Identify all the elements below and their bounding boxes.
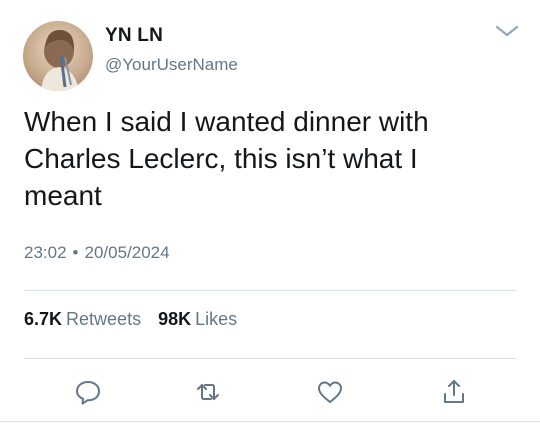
- share-icon[interactable]: [440, 378, 468, 406]
- tweet-timestamp[interactable]: 23:02 • 20/05/2024: [24, 243, 170, 263]
- divider: [24, 358, 516, 359]
- tweet-text: When I said I wanted dinner with Charles…: [24, 106, 429, 211]
- heart-icon[interactable]: [316, 378, 344, 406]
- likes-count: 98K: [158, 309, 192, 329]
- display-name[interactable]: YN LN: [105, 25, 163, 47]
- retweet-icon[interactable]: [194, 378, 222, 406]
- divider: [24, 290, 516, 291]
- retweets-count: 6.7K: [24, 309, 63, 329]
- likes-stat[interactable]: 98K Likes: [158, 309, 237, 329]
- retweets-stat[interactable]: 6.7K Retweets: [24, 309, 141, 329]
- meta-separator: •: [72, 243, 79, 262]
- chevron-down-icon[interactable]: [494, 22, 520, 40]
- likes-label: Likes: [195, 309, 238, 329]
- divider: [0, 421, 540, 422]
- reply-icon[interactable]: [74, 378, 102, 406]
- avatar[interactable]: [23, 21, 93, 91]
- tweet-time: 23:02: [24, 243, 67, 262]
- retweets-label: Retweets: [66, 309, 142, 329]
- tweet-card: YN LN @YourUserName When I said I wanted…: [0, 0, 540, 425]
- username[interactable]: @YourUserName: [105, 55, 238, 75]
- tweet-stats: 6.7K Retweets 98K Likes: [24, 309, 237, 330]
- tweet-date: 20/05/2024: [84, 243, 170, 262]
